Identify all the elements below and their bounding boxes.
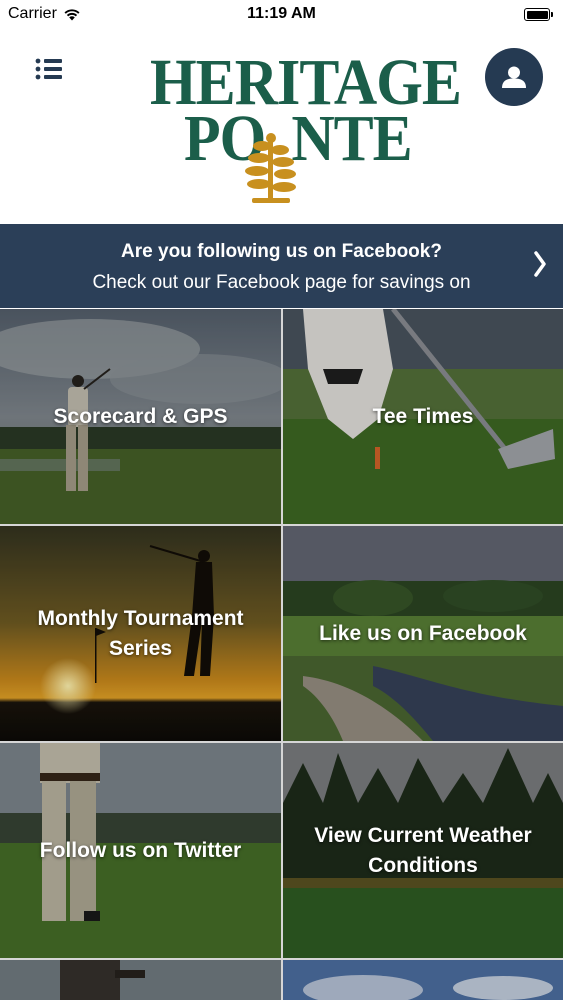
heritage-pointe-logo: HERITAGE PO NTE	[150, 48, 462, 204]
tile-follow-us-on-twitter[interactable]: Follow us on Twitter	[0, 743, 281, 958]
tile-label: Monthly Tournament Series	[37, 606, 244, 660]
user-profile-icon	[502, 66, 526, 88]
app-header: HERITAGE PO NTE	[0, 30, 563, 224]
tile-view-current-weather-conditions[interactable]: View Current Weather Conditions	[283, 743, 563, 958]
sky-partial-image	[283, 960, 563, 1000]
profile-button[interactable]	[485, 48, 543, 106]
chevron-right-icon[interactable]	[533, 250, 547, 278]
tile-like-us-on-facebook[interactable]: Like us on Facebook	[283, 526, 563, 741]
banner-subtitle: Check out our Facebook page for savings …	[92, 272, 471, 293]
battery-icon	[524, 7, 554, 22]
tile-partial-right[interactable]	[283, 960, 563, 1000]
tile-partial-left[interactable]	[0, 960, 281, 1000]
tile-label: Like us on Facebook	[319, 621, 527, 645]
tile-label: Scorecard & GPS	[53, 404, 228, 428]
tile-label: Follow us on Twitter	[39, 838, 242, 862]
tile-monthly-tournament-series[interactable]: Monthly Tournament Series	[0, 526, 281, 741]
status-time: 11:19 AM	[247, 5, 316, 22]
tile-scorecard-gps[interactable]: Scorecard & GPS	[0, 309, 281, 524]
menu-button[interactable]	[28, 52, 70, 86]
status-bar: Carrier 11:19 AM	[0, 0, 563, 30]
golfer-partial-image	[0, 960, 281, 1000]
banner-title: Are you following us on Facebook?	[121, 241, 442, 262]
tile-label: Tee Times	[372, 404, 474, 428]
tree-logo-icon	[245, 133, 296, 203]
battery-fill	[526, 10, 548, 19]
tile-label: View Current Weather Conditions	[314, 823, 532, 877]
menu-tile-grid: Scorecard & GPS Tee Times Monthly Tourna…	[0, 309, 563, 1000]
facebook-promo-banner[interactable]: Are you following us on Facebook? Check …	[0, 224, 563, 308]
tile-tee-times[interactable]: Tee Times	[283, 309, 563, 524]
list-menu-icon	[35, 58, 62, 80]
